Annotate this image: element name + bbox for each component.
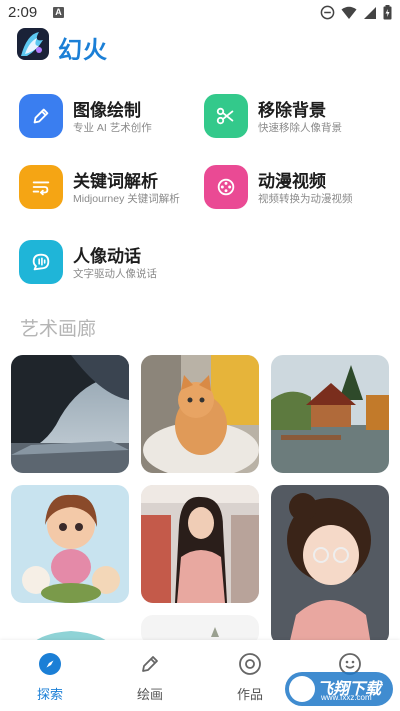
feature-icon-bg — [19, 94, 63, 138]
gallery-image-woman-glasses[interactable] — [141, 485, 259, 603]
feature-keyword-parse[interactable]: 关键词解析 Midjourney 关键词解析 — [19, 165, 194, 215]
scissors-icon — [216, 107, 234, 125]
watermark-logo-icon — [289, 676, 315, 702]
watermark-url: www.fxxz.com — [321, 693, 372, 702]
nav-label: 绘画 — [136, 688, 163, 703]
feature-title: 关键词解析 — [73, 172, 158, 192]
status-bar: 2:09 A — [0, 0, 400, 26]
feature-title: 动漫视频 — [258, 172, 326, 192]
status-icons — [320, 5, 392, 20]
compass-icon — [39, 653, 61, 675]
feature-subtitle: Midjourney 关键词解析 — [73, 193, 180, 205]
gallery-image-ice-cave[interactable] — [11, 355, 129, 473]
feature-image-drawing[interactable]: 图像绘制 专业 AI 艺术创作 — [19, 94, 189, 144]
nav-explore[interactable]: 探索 — [0, 640, 100, 711]
dnd-icon — [320, 5, 335, 20]
feature-subtitle: 文字驱动人像说话 — [73, 268, 157, 280]
gallery-image-anime-girl[interactable] — [271, 485, 389, 645]
wifi-icon — [341, 6, 357, 19]
app-name: 幻火 — [58, 36, 108, 64]
gallery-title: 艺术画廊 — [20, 318, 97, 340]
gallery-image-lake-house[interactable] — [271, 355, 389, 473]
target-icon — [239, 653, 261, 675]
gallery-image-doll-bunnies[interactable] — [11, 485, 129, 603]
feature-portrait-talk[interactable]: 人像动话 文字驱动人像说话 — [19, 240, 189, 290]
signal-icon — [364, 6, 376, 19]
status-time: 2:09 — [8, 4, 38, 21]
feature-anime-video[interactable]: 动漫视频 视频转换为动漫视频 — [204, 165, 374, 215]
watermark-badge: 飞翔下载 www.fxxz.com — [285, 672, 393, 706]
film-icon — [217, 178, 235, 196]
feature-title: 图像绘制 — [73, 101, 141, 121]
notification-icon: A — [53, 7, 64, 18]
gallery-image-kitten[interactable] — [141, 355, 259, 473]
app-logo — [17, 28, 49, 60]
feature-icon-bg — [204, 165, 248, 209]
feature-icon-bg — [19, 165, 63, 209]
feature-subtitle: 专业 AI 艺术创作 — [73, 122, 152, 134]
feature-icon-bg — [19, 240, 63, 284]
feature-title: 移除背景 — [258, 101, 326, 121]
nav-draw[interactable]: 绘画 — [100, 640, 200, 711]
feature-subtitle: 视频转换为动漫视频 — [258, 193, 353, 205]
keyword-icon — [32, 181, 50, 196]
feature-icon-bg — [204, 94, 248, 138]
feature-subtitle: 快速移除人像背景 — [258, 122, 342, 134]
feature-title: 人像动话 — [73, 247, 141, 267]
nav-works[interactable]: 作品 — [200, 640, 300, 711]
nav-label: 探索 — [36, 688, 63, 703]
battery-icon — [383, 5, 392, 20]
speech-icon — [32, 253, 50, 271]
feature-remove-background[interactable]: 移除背景 快速移除人像背景 — [204, 94, 374, 144]
brush-icon — [142, 656, 158, 672]
pencil-icon — [33, 108, 49, 124]
